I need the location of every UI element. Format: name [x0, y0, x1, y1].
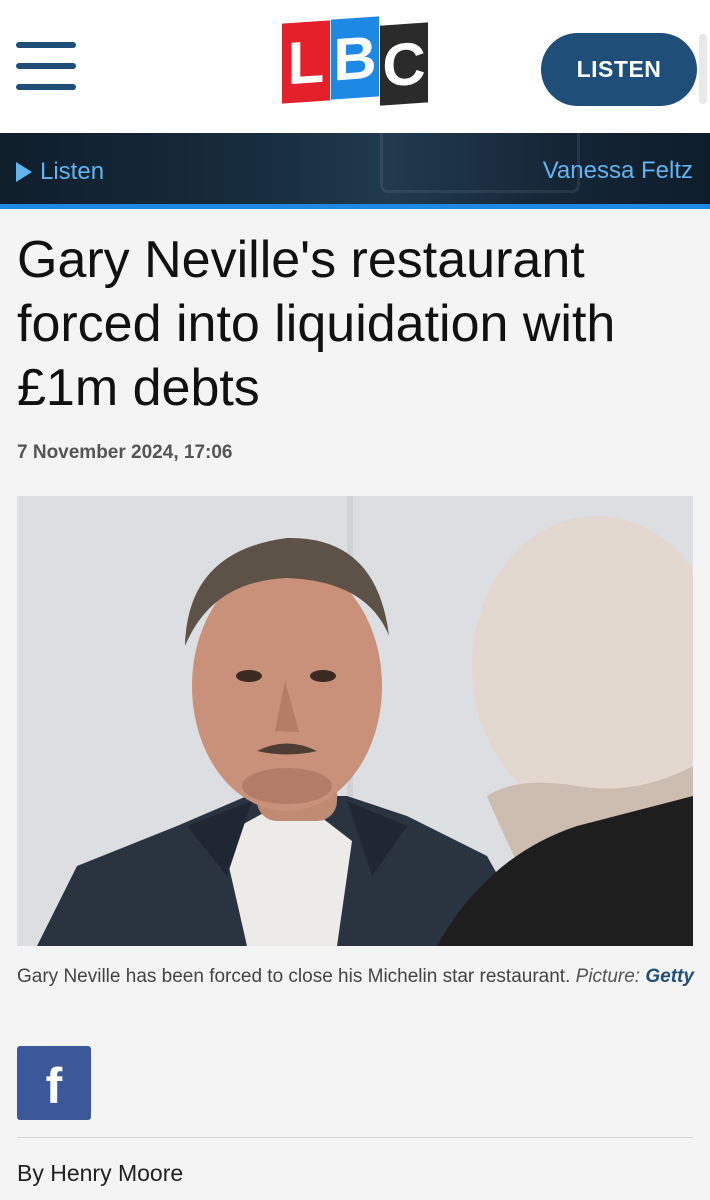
photo-illustration: [17, 496, 693, 946]
menu-line: [16, 42, 76, 48]
photo-caption: Gary Neville has been forced to close hi…: [17, 964, 697, 989]
article-byline: By Henry Moore: [17, 1160, 184, 1186]
facebook-icon: f: [45, 1058, 63, 1114]
caption-text: Gary Neville has been forced to close hi…: [17, 966, 571, 987]
article-headline: Gary Neville's restaurant forced into li…: [17, 231, 616, 417]
facebook-share-button[interactable]: f: [17, 1046, 91, 1120]
listen-link[interactable]: Listen: [16, 157, 104, 187]
presenter-link[interactable]: Vanessa Feltz: [543, 157, 693, 185]
lbc-logo[interactable]: L B C: [280, 16, 430, 106]
play-icon: [16, 162, 32, 182]
logo-letter-c: C: [380, 22, 428, 106]
listen-button[interactable]: LISTEN: [541, 33, 697, 106]
logo-letter-l: L: [282, 20, 330, 104]
site-header: L B C LISTEN: [0, 0, 710, 133]
article-photo: [17, 496, 693, 946]
caption-credit-link[interactable]: Getty: [645, 966, 694, 987]
caption-credit-label: Picture:: [575, 966, 641, 987]
menu-line: [16, 84, 76, 90]
logo-letter-b: B: [331, 16, 379, 100]
hamburger-menu-icon[interactable]: [16, 42, 76, 90]
live-listen-bar: Listen Vanessa Feltz: [0, 133, 710, 209]
article-date: 7 November 2024, 17:06: [17, 442, 233, 463]
menu-line: [16, 63, 76, 69]
divider: [17, 1137, 693, 1138]
listen-label: Listen: [40, 158, 105, 185]
scroll-indicator: [699, 34, 707, 104]
